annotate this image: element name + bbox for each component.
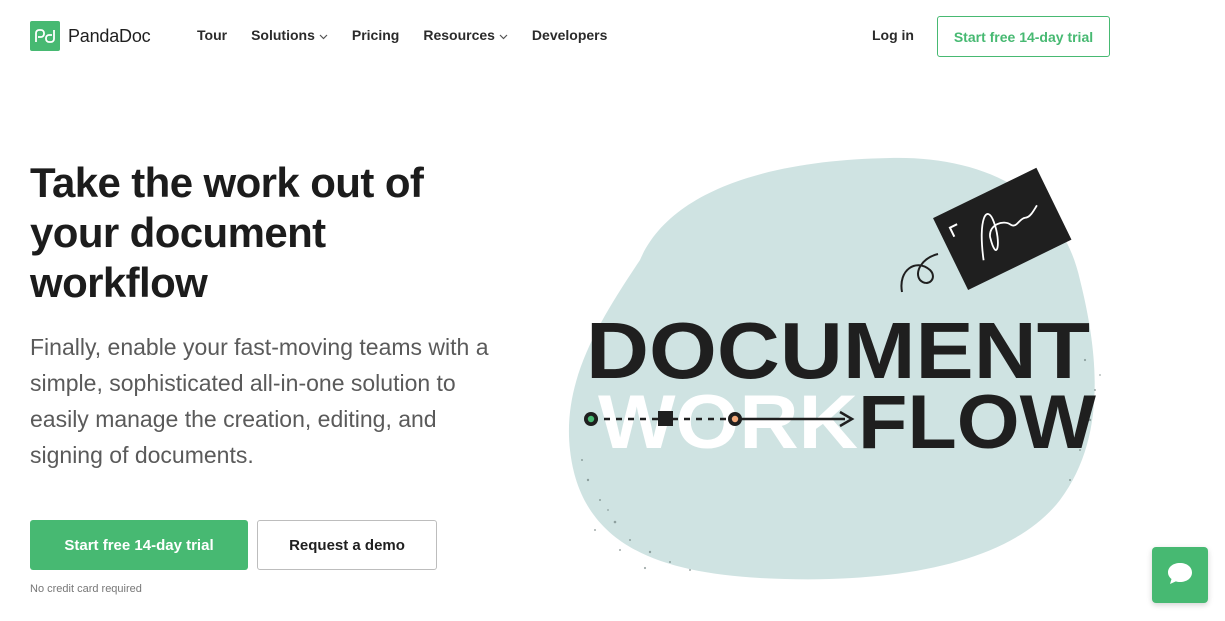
chat-widget-button[interactable] <box>1152 547 1208 603</box>
chevron-down-icon <box>499 27 508 43</box>
pandadoc-logo-icon <box>30 21 60 51</box>
nav-item-solutions[interactable]: Solutions <box>251 27 328 43</box>
nav-label: Developers <box>531 27 608 43</box>
nav-item-pricing[interactable]: Pricing <box>352 27 399 43</box>
nav-item-tour[interactable]: Tour <box>197 27 227 43</box>
logo-text: PandaDoc <box>68 25 151 46</box>
illus-word-work: WORK <box>598 380 858 465</box>
main-nav: Tour Solutions Pricing Resources Develop… <box>197 27 631 43</box>
chevron-down-icon <box>319 27 328 43</box>
request-demo-button[interactable]: Request a demo <box>257 520 437 570</box>
illus-word-flow: FLOW <box>858 380 1096 465</box>
document-workflow-illustration: DOCUMENT WORK FLOW <box>560 150 1120 590</box>
pandadoc-logo[interactable]: PandaDoc <box>30 21 151 51</box>
nav-label: Pricing <box>351 27 400 43</box>
nav-label: Resources <box>423 27 495 43</box>
login-link[interactable]: Log in <box>872 27 914 43</box>
nav-label: Tour <box>197 27 228 43</box>
site-header: PandaDoc Tour Solutions Pricing Resource… <box>0 0 1225 72</box>
nav-label: Solutions <box>251 27 315 43</box>
start-trial-button[interactable]: Start free 14-day trial <box>30 520 248 570</box>
hero-title: Take the work out of your document workf… <box>30 159 424 306</box>
hero-subtitle: Finally, enable your fast-moving teams w… <box>30 334 489 468</box>
no-credit-card-note: No credit card required <box>30 583 142 595</box>
chat-bubble-icon <box>1166 560 1194 591</box>
nav-item-developers[interactable]: Developers <box>532 27 607 43</box>
header-trial-button[interactable]: Start free 14-day trial <box>937 16 1110 57</box>
nav-item-resources[interactable]: Resources <box>423 27 508 43</box>
